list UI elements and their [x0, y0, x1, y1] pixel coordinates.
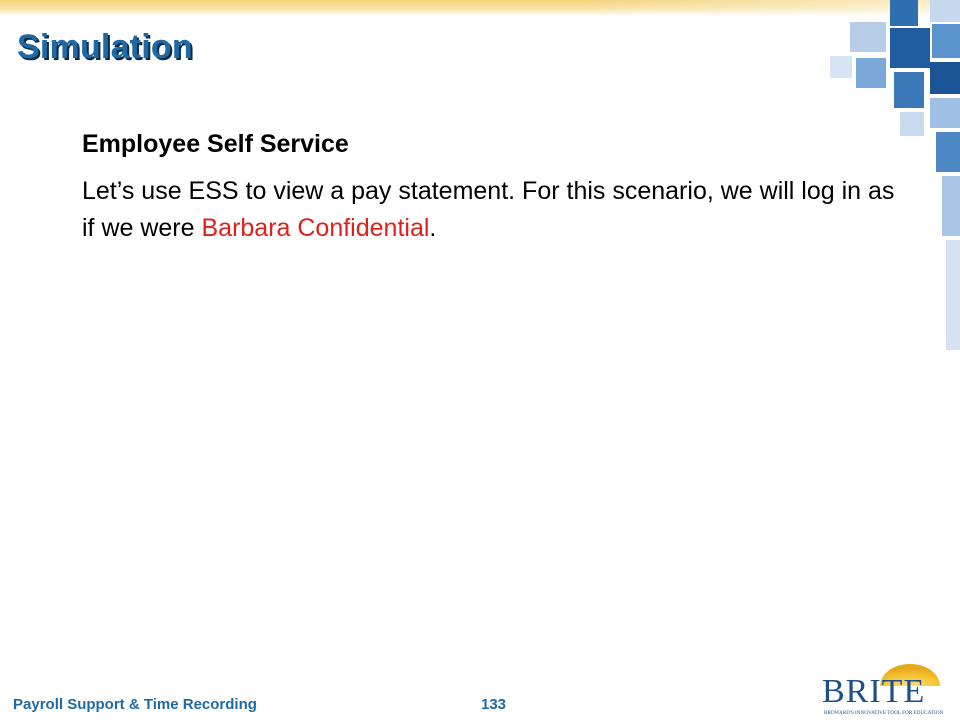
- footer-course-title: Payroll Support & Time Recording: [13, 696, 257, 713]
- footer-page-number: 133: [481, 696, 507, 713]
- employee-name-highlight: Barbara Confidential: [201, 214, 430, 242]
- brite-logo: BRITE BROWARD'S INNOVATIVE TOOL FOR EDUC…: [822, 664, 943, 716]
- brite-logo-text: BRITE: [822, 673, 925, 710]
- instruction-text-end: .: [429, 214, 437, 242]
- instruction-text: Let’s use ESS to view a pay statement. F…: [82, 173, 912, 247]
- slide-title: Simulation: [17, 28, 193, 66]
- section-subheading: Employee Self Service: [82, 130, 349, 158]
- brite-logo-tagline: BROWARD'S INNOVATIVE TOOL FOR EDUCATION: [824, 710, 943, 716]
